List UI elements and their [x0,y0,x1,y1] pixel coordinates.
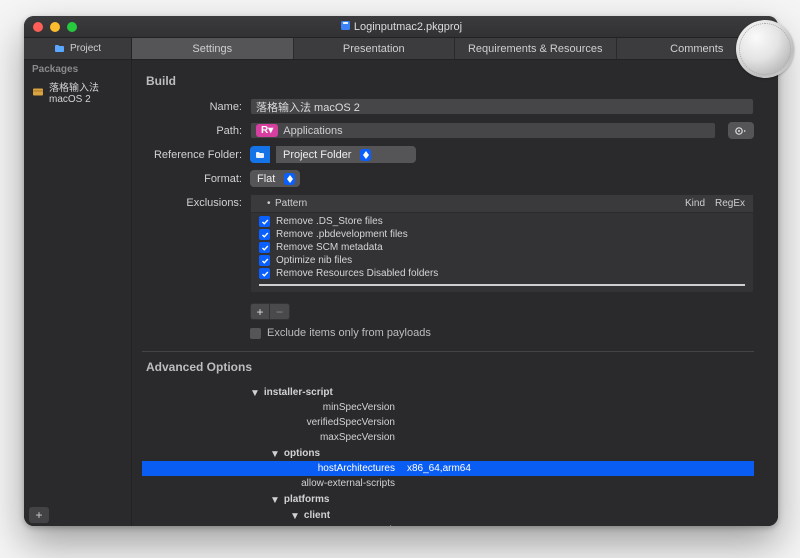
sidebar-item-package[interactable]: 落格输入法 macOS 2 [24,77,131,107]
exclusion-row[interactable]: Remove .pbdevelopment files [251,228,753,241]
format-popup[interactable]: Flat [250,170,300,187]
sidebar-item-label: 落格输入法 macOS 2 [49,79,123,105]
tab-bar: Settings Presentation Requirements & Res… [132,38,778,59]
tree-group-installer-script[interactable]: ▼installer-script [142,384,754,400]
exclusion-row[interactable]: Optimize nib files [251,254,753,267]
reference-folder-type-badge[interactable] [250,146,270,163]
exclusions-rows: Remove .DS_Store files Remove .pbdevelop… [251,213,753,292]
section-title-advanced: Advanced Options [146,360,754,374]
exclude-payloads-label: Exclude items only from payloads [267,327,431,339]
checkbox-icon[interactable] [250,328,261,339]
tab-presentation[interactable]: Presentation [294,38,456,59]
disclosure-icon: ▼ [270,449,280,460]
window-title: Loginputmac2.pkgproj [24,20,778,33]
checkbox-icon[interactable] [259,268,270,279]
label-reference-folder: Reference Folder: [142,149,250,161]
path-value: Applications [283,125,342,137]
path-type-badge: R▾ [256,124,278,137]
label-format: Format: [142,173,250,185]
section-title-build: Build [146,74,754,88]
titlebar: Loginputmac2.pkgproj [24,16,778,38]
exclusions-add-remove: + − [250,303,754,320]
exclude-payloads-row[interactable]: Exclude items only from payloads [250,327,754,339]
project-toolbar-button[interactable]: Project [24,38,132,59]
add-exclusion-button[interactable]: + [250,303,270,320]
tab-settings[interactable]: Settings [132,38,294,59]
tree-group-client[interactable]: ▼client [142,507,754,523]
tree-row[interactable]: maxSpecVersion [142,430,754,445]
popup-arrows-icon [360,149,371,161]
col-regex: RegEx [705,198,745,209]
disclosure-icon: ▼ [250,388,260,399]
authenticity-seal-icon [736,20,794,78]
project-toolbar-label: Project [70,43,101,54]
checkbox-icon[interactable] [259,229,270,240]
exclusion-row[interactable]: Remove Resources Disabled folders [251,267,753,280]
path-options-button[interactable] [728,122,754,139]
checkbox-icon[interactable] [259,255,270,266]
main-panel: Build Name: 落格输入法 macOS 2 Path: R▾ Appli… [132,60,778,526]
exclusion-row[interactable]: Remove SCM metadata [251,241,753,254]
checkbox-icon[interactable] [259,242,270,253]
app-window: Loginputmac2.pkgproj Project Settings Pr… [24,16,778,526]
label-path: Path: [142,125,250,137]
sidebar: Packages 落格输入法 macOS 2 + [24,60,132,526]
name-field[interactable]: 落格输入法 macOS 2 [250,98,754,115]
exclusions-table: • Pattern Kind RegEx Remove .DS_Store fi… [250,194,754,293]
label-name: Name: [142,101,250,113]
label-exclusions: Exclusions: [142,194,250,209]
toolbar: Project Settings Presentation Requiremen… [24,38,778,60]
tree-row[interactable]: verifiedSpecVersion [142,415,754,430]
tree-group-options[interactable]: ▼options [142,445,754,461]
tab-requirements-resources[interactable]: Requirements & Resources [455,38,617,59]
tree-group-platforms[interactable]: ▼platforms [142,491,754,507]
remove-exclusion-button[interactable]: − [270,303,290,320]
tree-row[interactable]: minSpecVersion [142,400,754,415]
tree-row[interactable]: allow-external-scripts [142,476,754,491]
disclosure-icon: ▼ [290,511,300,522]
add-package-button[interactable]: + [29,507,49,523]
popup-arrows-icon [284,173,295,185]
exclusions-header: • Pattern Kind RegEx [251,195,753,213]
sidebar-heading: Packages [24,60,131,77]
checkbox-icon[interactable] [259,216,270,227]
exclusion-row[interactable]: Remove .DS_Store files [251,215,753,228]
tree-row[interactable]: arch [142,523,754,526]
reference-folder-popup[interactable]: Project Folder [276,146,416,163]
path-field[interactable]: R▾ Applications [250,122,716,139]
tree-row-hostarchitectures[interactable]: hostArchitecturesx86_64,arm64 [142,461,754,476]
advanced-options-tree: ▼installer-script minSpecVersion verifie… [142,384,754,526]
disclosure-icon: ▼ [270,495,280,506]
col-pattern: Pattern [275,198,671,209]
col-kind: Kind [671,198,705,209]
